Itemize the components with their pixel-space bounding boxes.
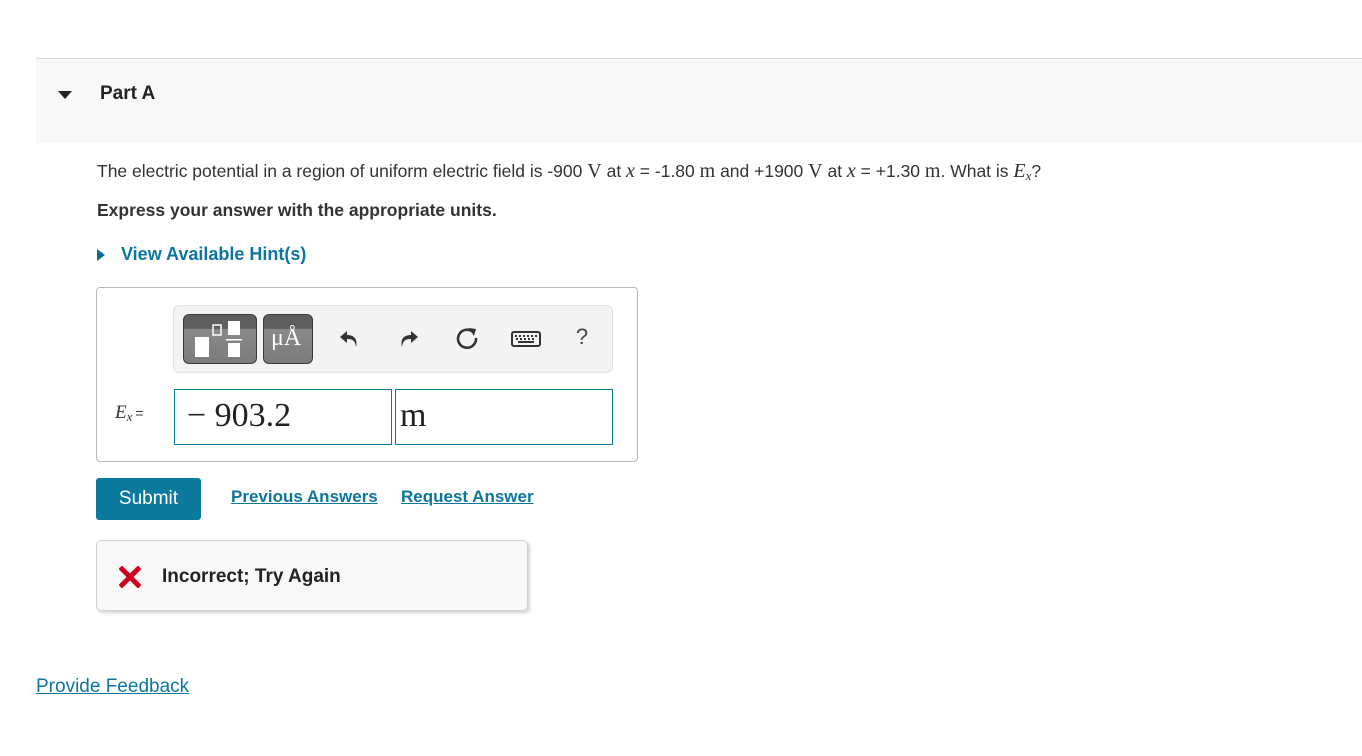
x-mark-icon [119, 566, 141, 588]
view-hints-link[interactable]: View Available Hint(s) [97, 244, 306, 265]
answer-label-var: E [115, 402, 127, 423]
unit-meter: m [699, 160, 716, 182]
answer-label: Ex = [115, 402, 144, 425]
part-title: Part A [100, 83, 156, 104]
potential-2: and +1900 [715, 161, 809, 181]
position-2: = +1.30 [855, 161, 925, 181]
feedback-box: Incorrect; Try Again [96, 540, 528, 611]
view-hints-label: View Available Hint(s) [121, 244, 307, 264]
triangle-right-icon [97, 248, 105, 261]
undo-icon [340, 331, 357, 347]
potential-1: -900 [547, 161, 583, 181]
var-E: E [1013, 160, 1026, 182]
unit-input[interactable]: m [395, 389, 613, 445]
question-text: The electric potential in a region of un… [97, 160, 1041, 184]
unit-volt: V [808, 160, 823, 182]
units-button[interactable]: μÅ [263, 314, 313, 364]
position-1: = -1.80 [634, 161, 700, 181]
unit-volt: V [587, 160, 602, 182]
units-label: μÅ [271, 325, 302, 351]
var-x: x [846, 160, 856, 182]
unit-meter: m [924, 160, 941, 182]
templates-icon [195, 321, 242, 357]
answer-label-sub: x [126, 409, 133, 424]
redo-button[interactable] [394, 324, 422, 354]
answer-box: μÅ ? Ex = − 903.2 m [96, 287, 638, 462]
text-at: at [601, 161, 627, 181]
submit-button[interactable]: Submit [96, 478, 201, 520]
reset-icon [456, 328, 478, 350]
previous-answers-link[interactable]: Previous Answers [231, 487, 378, 507]
text-what-is: . What is [940, 161, 1014, 181]
triangle-down-icon[interactable] [58, 91, 72, 99]
feedback-status: Incorrect; Try Again [162, 566, 341, 587]
reset-button[interactable] [454, 324, 482, 354]
help-button[interactable]: ? [568, 322, 596, 352]
request-answer-link[interactable]: Request Answer [401, 487, 534, 507]
keyboard-button[interactable] [510, 324, 542, 354]
keyboard-icon [511, 331, 541, 347]
undo-button[interactable] [336, 324, 364, 354]
redo-icon [401, 331, 418, 347]
instruction-text: Express your answer with the appropriate… [97, 200, 497, 220]
question-intro: The electric potential in a region of un… [97, 161, 548, 181]
part-header[interactable]: Part A [36, 58, 1362, 143]
math-toolbar: μÅ ? [173, 305, 613, 373]
question-mark: ? [1031, 161, 1042, 181]
value-input[interactable]: − 903.2 [174, 389, 392, 445]
templates-button[interactable] [183, 314, 257, 364]
text-at: at [822, 161, 847, 181]
provide-feedback-link[interactable]: Provide Feedback [36, 676, 189, 698]
var-x: x [626, 160, 635, 182]
answer-label-eq: = [135, 405, 144, 421]
